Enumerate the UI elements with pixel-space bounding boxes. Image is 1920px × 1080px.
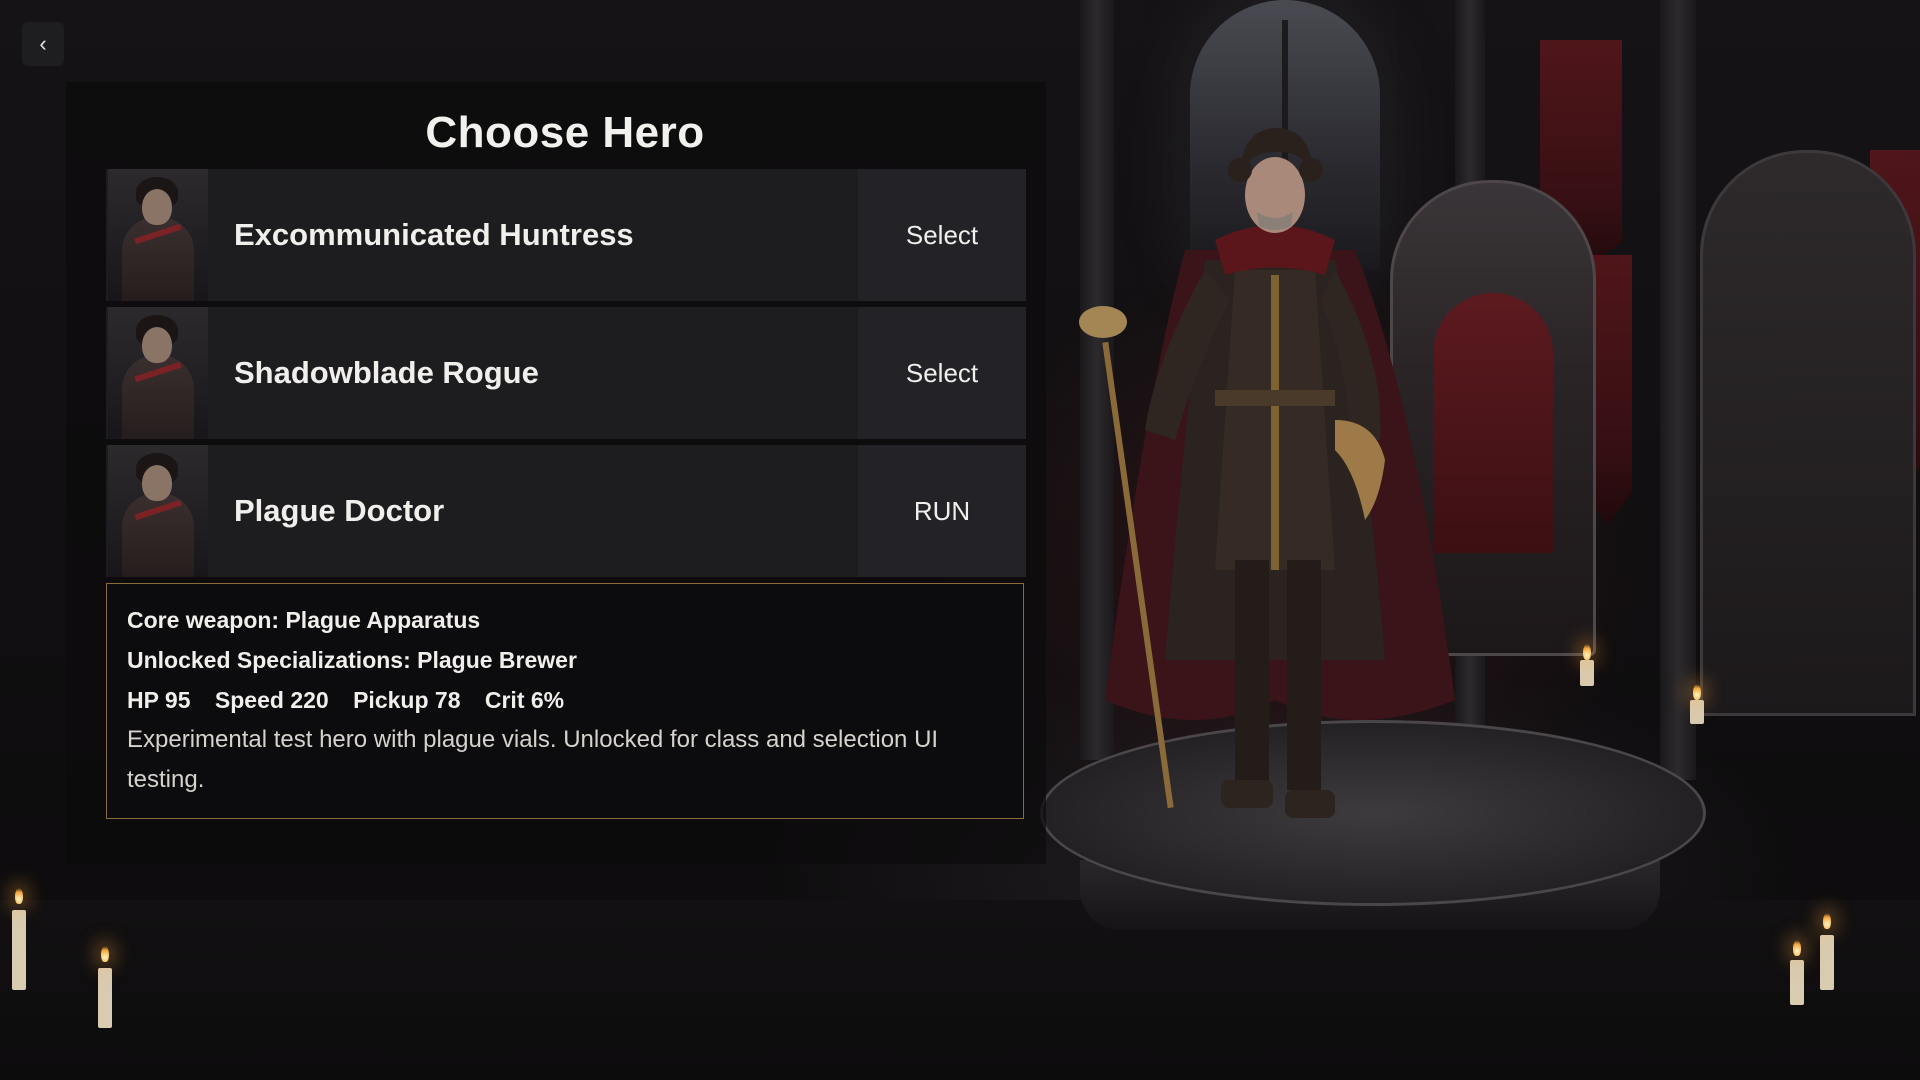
hero-row-plague-doctor[interactable]: Plague Doctor RUN [106,445,1026,577]
page-title: Choose Hero [425,108,705,157]
candle [98,968,112,1028]
candle-flame [1823,913,1831,929]
select-button[interactable]: Select [858,169,1026,301]
hero-portrait [108,307,208,439]
run-button[interactable]: RUN [858,445,1026,577]
hero-name: Shadowblade Rogue [234,355,539,390]
candle [1790,960,1804,1005]
core-weapon-text: Core weapon: Plague Apparatus [127,607,481,633]
candle-flame [1793,940,1801,956]
back-button[interactable]: ‹ [22,22,64,66]
hero-details-panel: Core weapon: Plague Apparatus Unlocked S… [106,583,1024,819]
candle-flame [15,888,23,904]
hero-name: Excommunicated Huntress [234,217,634,252]
stat-pickup: Pickup 78 [353,687,461,713]
specializations-text: Unlocked Specializations: Plague Brewer [127,647,577,673]
chevron-left-icon: ‹ [39,31,47,56]
candle-flame [101,946,109,962]
candle [1820,935,1834,990]
hero-row-excommunicated-huntress[interactable]: Excommunicated Huntress Select [106,169,1026,301]
hero-portrait [108,445,208,577]
pillar [1660,0,1696,780]
hero-name: Plague Doctor [234,493,445,528]
hero-figure-plague-doctor [1079,128,1455,818]
hero-row-shadowblade-rogue[interactable]: Shadowblade Rogue Select [106,307,1026,439]
hero-list: Excommunicated Huntress Select Shadowbla… [106,169,1026,583]
hero-description: Experimental test hero with plague vials… [127,726,939,793]
hero-portrait [108,169,208,301]
hero-stats: HP 95 Speed 220 Pickup 78 Crit 6% [127,680,1003,720]
stat-hp: HP 95 [127,687,191,713]
stat-crit: Crit 6% [484,687,565,713]
candle [1690,700,1704,724]
candle-flame [1693,684,1701,700]
altar-shrine [1700,150,1916,716]
candle-flame [1583,644,1591,660]
stat-speed: Speed 220 [214,687,329,713]
game-screen: ‹ Choose Hero Excommunicated Huntress Se… [0,0,1920,1080]
candle [12,910,26,990]
candle [1580,660,1594,686]
select-button[interactable]: Select [858,307,1026,439]
